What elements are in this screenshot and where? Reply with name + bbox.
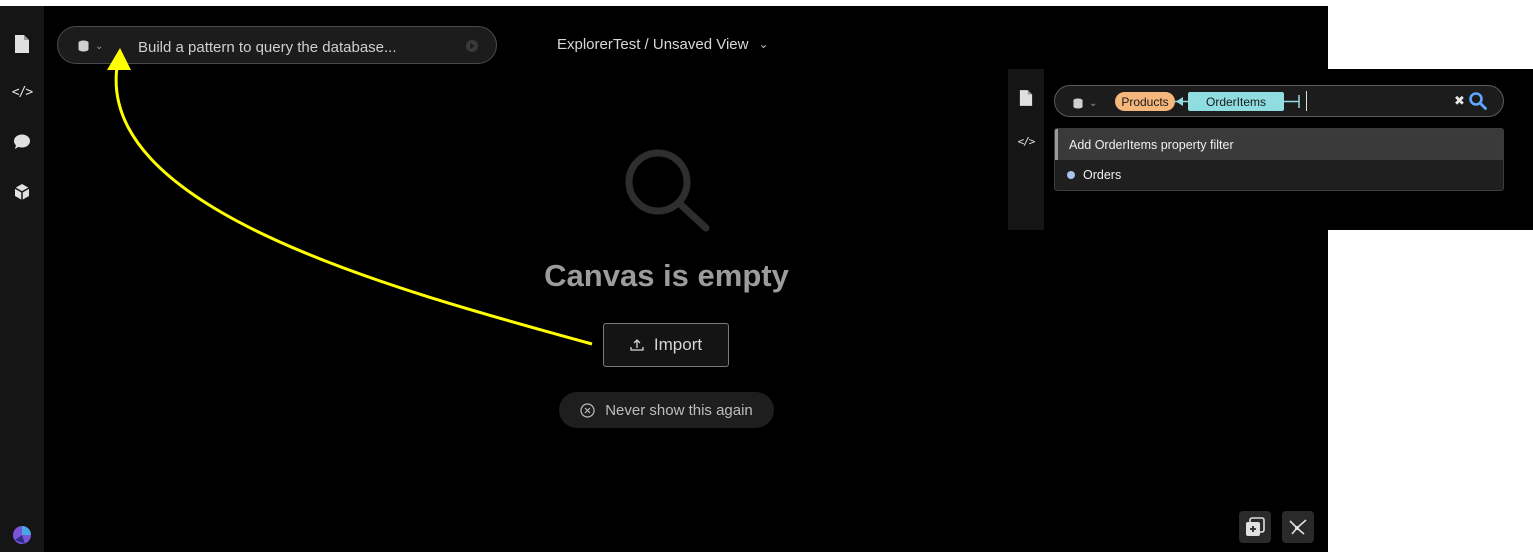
sidebar-cube-button[interactable] — [0, 178, 44, 206]
inset-code-button[interactable]: </> — [1008, 127, 1044, 155]
search-icon — [625, 149, 710, 232]
inset-document-button[interactable] — [1008, 84, 1044, 112]
clear-query-button[interactable]: ✖ — [1454, 93, 1465, 109]
sidebar-chat-button[interactable] — [0, 128, 44, 156]
add-node-button[interactable] — [1239, 511, 1271, 543]
database-icon — [78, 40, 89, 52]
orderitems-relationship-chip[interactable]: OrderItems — [1188, 92, 1284, 111]
close-circle-icon — [580, 402, 595, 418]
query-input[interactable] — [136, 36, 470, 58]
code-icon: </> — [1017, 134, 1036, 148]
document-icon — [15, 35, 29, 53]
inset-query-bar: ⌄ Products OrderItems ✖ — [1054, 85, 1504, 117]
database-icon — [1073, 98, 1083, 108]
chevron-down-icon: ⌄ — [758, 37, 769, 51]
suggestion-dropdown: Add OrderItems property filter Orders — [1054, 128, 1504, 191]
query-bar: ⌄ — [57, 26, 497, 64]
graph-layout-icon — [1289, 519, 1307, 535]
sidebar-document-button[interactable] — [0, 30, 44, 58]
chevron-down-icon: ⌄ — [95, 40, 104, 52]
products-node-chip[interactable]: Products — [1115, 92, 1175, 111]
layout-graph-button[interactable] — [1282, 511, 1314, 543]
code-icon: </> — [11, 84, 34, 100]
suggestion-orders-label: Orders — [1083, 168, 1122, 182]
database-picker[interactable]: ⌄ — [78, 37, 112, 55]
never-show-label: Never show this again — [605, 401, 753, 419]
cube-icon — [14, 184, 30, 200]
suggestion-orders[interactable]: Orders — [1055, 160, 1503, 190]
view-breadcrumb[interactable]: ExplorerTest / Unsaved View ⌄ — [557, 34, 769, 54]
import-label: Import — [653, 335, 703, 354]
zoomed-inset: </> ⌄ Products OrderItems ✖ Add OrderIte… — [1008, 69, 1533, 230]
text-caret — [1306, 91, 1307, 111]
breadcrumb-label: ExplorerTest / Unsaved View — [557, 35, 749, 53]
app-logo-icon[interactable] — [12, 525, 32, 545]
inset-database-picker[interactable]: ⌄ — [1073, 94, 1107, 112]
search-icon[interactable] — [1468, 91, 1488, 111]
chat-icon — [14, 134, 30, 149]
products-chip-label: Products — [1121, 94, 1169, 109]
run-query-button[interactable] — [466, 40, 478, 52]
document-icon — [1019, 90, 1033, 106]
upload-icon — [630, 339, 644, 351]
empty-canvas-title: Canvas is empty — [544, 258, 789, 293]
add-square-icon — [1246, 517, 1265, 536]
never-show-again-button[interactable]: Never show this again — [559, 392, 774, 428]
chevron-down-icon: ⌄ — [1089, 97, 1098, 109]
inset-sidebar: </> — [1008, 69, 1044, 230]
import-button[interactable]: Import — [603, 323, 729, 367]
orderitems-chip-label: OrderItems — [1205, 94, 1266, 109]
node-dot-icon — [1067, 171, 1075, 179]
suggestion-filter-label: Add OrderItems property filter — [1069, 137, 1234, 152]
suggestion-add-property-filter[interactable]: Add OrderItems property filter — [1055, 129, 1503, 160]
sidebar-code-button[interactable]: </> — [0, 78, 44, 106]
